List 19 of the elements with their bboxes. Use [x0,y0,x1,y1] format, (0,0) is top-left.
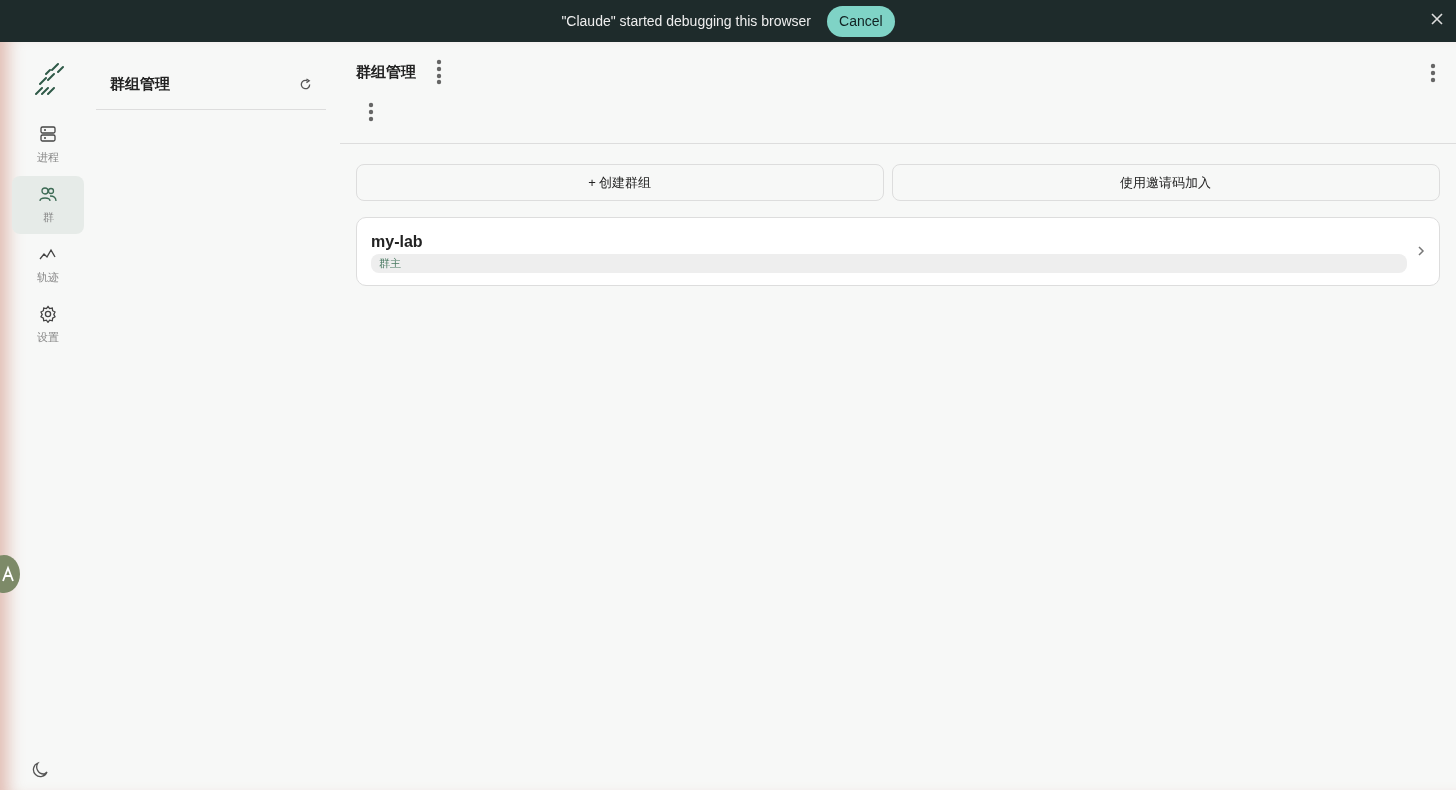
refresh-icon[interactable] [299,78,312,91]
nav-item[interactable]: 轨迹 [12,236,84,294]
role-tag: 群主 [371,254,1407,273]
chevron-right-icon [1417,246,1425,257]
panel-title: 群组管理 [110,74,170,95]
nav-item[interactable]: 设置 [12,296,84,354]
page-title: 群组管理 [356,61,416,82]
server-icon [38,124,58,143]
settings-icon [38,304,58,323]
join-by-code-button[interactable]: 使用邀请码加入 [891,164,1440,201]
create-group-button[interactable]: + 创建群组 [356,164,884,201]
moon-icon[interactable] [32,760,50,778]
nav-item[interactable]: 进程 [12,116,84,174]
debug-message: "Claude" started debugging this browser [561,11,812,31]
cancel-button[interactable]: Cancel [827,5,895,37]
group-name: my-lab [371,232,424,252]
logo-icon [32,60,64,96]
users-icon [38,184,58,203]
group-card[interactable]: my-lab 群主 [356,217,1440,286]
